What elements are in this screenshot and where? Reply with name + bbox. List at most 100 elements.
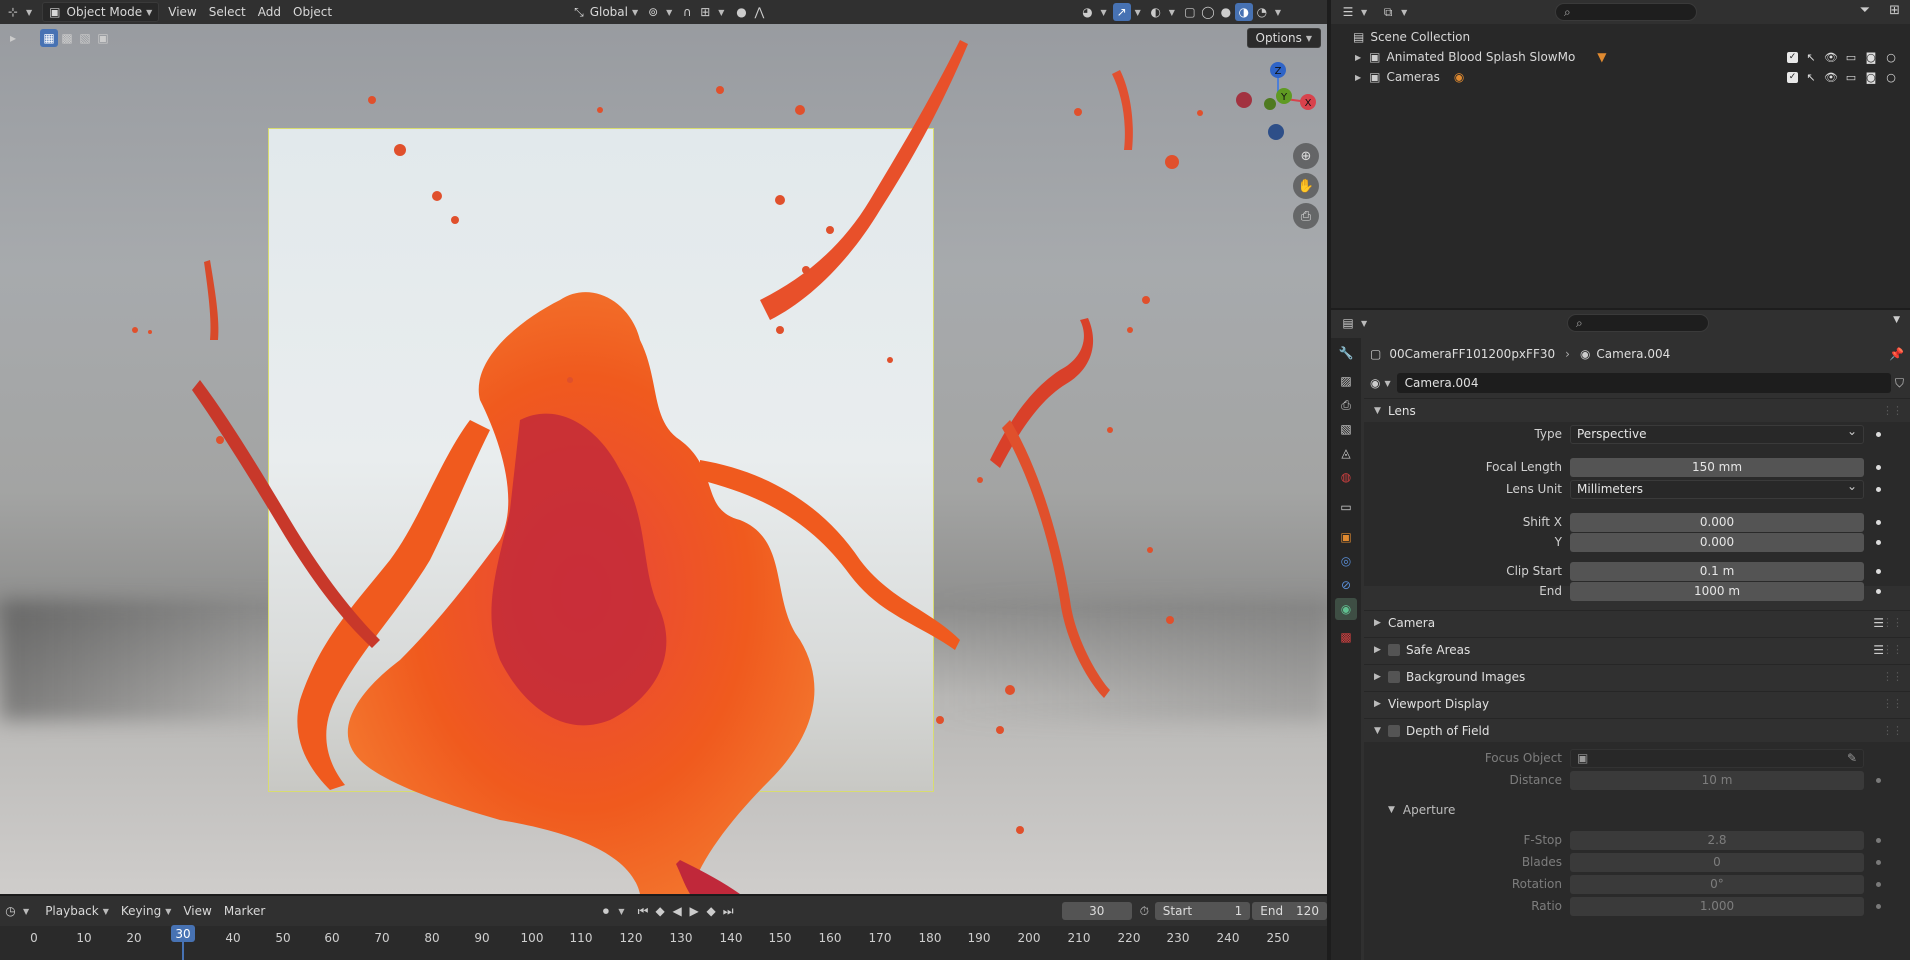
render-camera-icon[interactable]: ◙ bbox=[1864, 51, 1878, 64]
tool-tab-icon[interactable]: 🔧 bbox=[1335, 342, 1357, 364]
keyframe-dot-icon[interactable] bbox=[1876, 881, 1881, 887]
chevron-down-icon[interactable]: ▼ bbox=[1169, 8, 1175, 17]
object-tab-icon[interactable]: ▣ bbox=[1335, 526, 1357, 548]
keyframe-dot-icon[interactable] bbox=[1876, 431, 1881, 437]
scene-tab-icon[interactable]: ◬ bbox=[1335, 442, 1357, 464]
end-frame-field[interactable]: End 120 bbox=[1252, 902, 1327, 920]
panel-header-background-images[interactable]: ▶ Background Images ⋮⋮ bbox=[1364, 664, 1910, 688]
panel-header-viewport-display[interactable]: ▶ Viewport Display ⋮⋮ bbox=[1364, 691, 1910, 715]
fake-user-shield-icon[interactable]: ⛉ bbox=[1895, 376, 1904, 391]
eyedropper-icon[interactable]: ✎ bbox=[1847, 751, 1857, 765]
frame-ruler[interactable]: 0 10 20 40 50 60 70 80 90 100 110 120 13… bbox=[0, 926, 1327, 960]
menu-keying[interactable]: Keying ▼ bbox=[115, 901, 177, 921]
keyframe-dot-icon[interactable] bbox=[1876, 486, 1881, 492]
playhead[interactable]: 30 bbox=[171, 925, 195, 942]
outliner-row-scene-collection[interactable]: ▤ Scene Collection bbox=[1331, 27, 1910, 47]
rendered-shading-icon[interactable]: ◔ bbox=[1253, 3, 1271, 21]
menu-add[interactable]: Add bbox=[252, 2, 287, 22]
panel-header-lens[interactable]: ▼ Lens ⋮⋮ bbox=[1364, 398, 1910, 422]
pan-hand-icon[interactable]: ✋ bbox=[1293, 173, 1319, 199]
drag-grip-icon[interactable]: ⋮⋮ bbox=[1882, 724, 1903, 737]
physics-tab-icon[interactable]: ◎ bbox=[1335, 550, 1357, 572]
chevron-down-icon[interactable]: ▼ bbox=[666, 8, 672, 17]
play-icon[interactable]: ▶ bbox=[686, 902, 703, 920]
prev-keyframe-icon[interactable]: ◆ bbox=[652, 902, 669, 920]
distance-field[interactable]: 10 m bbox=[1570, 770, 1864, 790]
panel-header-safe-areas[interactable]: ▶ Safe Areas ☰ ⋮⋮ bbox=[1364, 637, 1910, 661]
select-subtract-icon[interactable]: ▧ bbox=[76, 29, 94, 47]
view-layer-tab-icon[interactable]: ▧ bbox=[1335, 418, 1357, 440]
holdout-icon[interactable]: ○ bbox=[1884, 71, 1898, 84]
solid-shading-icon[interactable]: ● bbox=[1217, 3, 1235, 21]
chevron-down-icon[interactable]: ▼ bbox=[1361, 8, 1367, 17]
clip-start-field[interactable]: 0.1 m bbox=[1570, 561, 1864, 581]
render-tab-icon[interactable]: ▨ bbox=[1335, 370, 1357, 392]
properties-search-input[interactable]: ⌕ bbox=[1567, 314, 1709, 332]
aperture-subpanel-header[interactable]: ▼ Aperture bbox=[1364, 800, 1910, 820]
chevron-down-icon[interactable]: ▼ bbox=[718, 8, 724, 17]
dof-checkbox[interactable] bbox=[1388, 724, 1400, 737]
collection-tab-icon[interactable]: ▭ bbox=[1335, 496, 1357, 518]
select-extend-icon[interactable]: ▩ bbox=[58, 29, 76, 47]
rotation-field[interactable]: 0° bbox=[1570, 874, 1864, 894]
select-tool-icon[interactable]: ▸ bbox=[4, 29, 22, 47]
selectable-icon[interactable]: ↖ bbox=[1804, 51, 1818, 64]
lens-unit-dropdown[interactable]: Millimeters bbox=[1570, 479, 1864, 499]
stopwatch-icon[interactable]: ⏱ bbox=[1136, 902, 1153, 920]
texture-tab-icon[interactable]: ▩ bbox=[1335, 626, 1357, 648]
menu-timeline-view[interactable]: View bbox=[177, 901, 217, 921]
focus-object-field[interactable]: ▣ ✎ bbox=[1570, 748, 1864, 768]
wireframe-shading-icon[interactable]: ◯ bbox=[1199, 3, 1217, 21]
options-dropdown[interactable]: Options ▼ bbox=[1246, 28, 1321, 48]
snap-icon[interactable]: ∩ bbox=[678, 3, 696, 21]
clip-end-field[interactable]: 1000 m bbox=[1570, 581, 1864, 601]
chevron-down-icon[interactable]: ▼ bbox=[23, 907, 29, 916]
mode-dropdown[interactable]: ▣ Object Mode ▼ bbox=[42, 2, 160, 22]
outliner-search-input[interactable]: ⌕ bbox=[1555, 3, 1697, 21]
select-new-icon[interactable]: ▦ bbox=[40, 29, 58, 47]
blades-field[interactable]: 0 bbox=[1570, 852, 1864, 872]
gizmo-toggle-icon[interactable]: ↗ bbox=[1112, 3, 1131, 21]
pivot-icon[interactable]: ⊚ bbox=[644, 3, 662, 21]
filter-icon[interactable]: ⏷ bbox=[1860, 3, 1870, 18]
datablock-name-field[interactable]: Camera.004 bbox=[1396, 373, 1891, 393]
exclude-checkbox[interactable]: ✓ bbox=[1787, 51, 1798, 63]
background-images-checkbox[interactable] bbox=[1388, 670, 1400, 683]
outliner-row-cameras[interactable]: ▶ ▣ Cameras ◉ ✓ ↖ 👁 ▭ ◙ ○ bbox=[1331, 67, 1910, 87]
shift-y-field[interactable]: 0.000 bbox=[1570, 532, 1864, 552]
drag-grip-icon[interactable]: ⋮⋮ bbox=[1882, 616, 1903, 629]
overlay-icon[interactable]: ◐ bbox=[1147, 3, 1165, 21]
menu-playback[interactable]: Playback ▼ bbox=[39, 901, 115, 921]
menu-view[interactable]: View bbox=[162, 2, 202, 22]
constraints-tab-icon[interactable]: ⊘ bbox=[1335, 574, 1357, 596]
select-intersect-icon[interactable]: ▣ bbox=[94, 29, 112, 47]
chevron-down-icon[interactable]: ▼ bbox=[1401, 8, 1407, 17]
start-frame-field[interactable]: Start 1 bbox=[1154, 902, 1251, 920]
jump-end-icon[interactable]: ⏭ bbox=[720, 902, 737, 920]
panel-header-camera[interactable]: ▶ Camera ☰ ⋮⋮ bbox=[1364, 610, 1910, 634]
chevron-down-icon[interactable]: ▼ bbox=[1275, 8, 1281, 17]
drag-grip-icon[interactable]: ⋮⋮ bbox=[1882, 670, 1903, 683]
ratio-field[interactable]: 1.000 bbox=[1570, 896, 1864, 916]
navigation-gizmo[interactable]: Z X Y bbox=[1236, 56, 1320, 146]
play-reverse-icon[interactable]: ◀ bbox=[669, 902, 686, 920]
chevron-down-icon[interactable]: ▼ bbox=[1135, 8, 1141, 17]
output-tab-icon[interactable]: ⎙ bbox=[1335, 394, 1357, 416]
monitor-icon[interactable]: ▭ bbox=[1844, 51, 1858, 64]
selectable-icon[interactable]: ↖ bbox=[1804, 71, 1818, 84]
camera-data-tab-icon[interactable]: ◉ bbox=[1335, 598, 1357, 620]
drag-grip-icon[interactable]: ⋮⋮ bbox=[1882, 404, 1903, 417]
3d-viewport[interactable]: ⊹ ▼ ▣ Object Mode ▼ View Select Add Obje… bbox=[0, 0, 1327, 894]
menu-marker[interactable]: Marker bbox=[218, 901, 271, 921]
drag-grip-icon[interactable]: ⋮⋮ bbox=[1882, 697, 1903, 710]
eye-icon[interactable]: 👁 bbox=[1824, 71, 1838, 84]
keyframe-dot-icon[interactable] bbox=[1876, 568, 1881, 574]
keyframe-dot-icon[interactable] bbox=[1876, 903, 1881, 909]
focal-length-field[interactable]: 150 mm bbox=[1570, 457, 1864, 477]
record-icon[interactable]: ⏺ bbox=[597, 902, 614, 920]
keyframe-dot-icon[interactable] bbox=[1876, 588, 1881, 594]
proportional-edit-icon[interactable]: ● bbox=[732, 3, 750, 21]
chevron-down-icon[interactable]: ▼ bbox=[1100, 8, 1106, 17]
snap-target-icon[interactable]: ⊞ bbox=[696, 3, 714, 21]
new-collection-icon[interactable]: ⊞ bbox=[1889, 3, 1900, 18]
